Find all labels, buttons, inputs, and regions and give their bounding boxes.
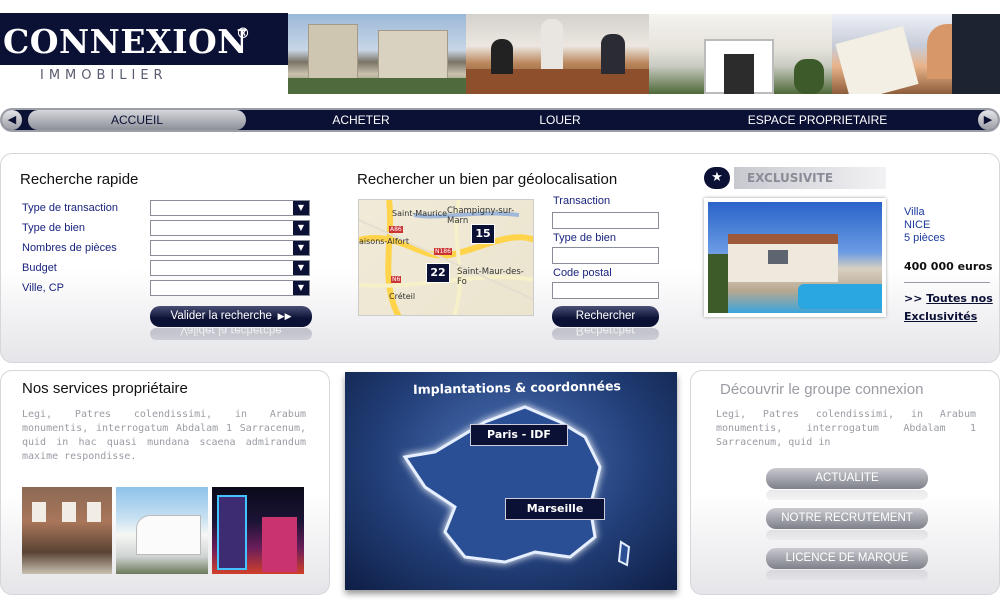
registered-mark: ® xyxy=(236,26,250,42)
nav-item-acheter[interactable]: ACHETER xyxy=(300,110,422,130)
geolocation-map[interactable]: Saint-Maurice Champigny-sur-Marn aisons-… xyxy=(358,199,534,316)
map-marker[interactable]: 15 xyxy=(471,224,495,244)
geo-search-button[interactable]: Rechercher xyxy=(552,306,659,327)
brand-subtitle: IMMOBILIER xyxy=(40,68,168,83)
map-place-label: aisons-Alfort xyxy=(359,237,409,246)
news-button[interactable]: ACTUALITE xyxy=(766,468,928,489)
double-chevron-right-icon: ▶▶ xyxy=(275,311,292,321)
map-place-label: Champigny-sur-Marn xyxy=(447,206,515,226)
road-shield: A86 xyxy=(389,226,403,233)
road-shield: N186 xyxy=(434,248,452,255)
services-text: Legi, Patres colendissimi, in Arabum mon… xyxy=(22,409,306,462)
validate-search-button[interactable]: Valider la recherche ▶▶ xyxy=(150,306,312,327)
geo-postcode-label: Code postal xyxy=(553,267,612,279)
recruitment-button-reflection xyxy=(766,530,928,540)
all-exclusivities-link[interactable]: >> Toutes nos Exclusivités xyxy=(904,290,1000,326)
villa-tree-shape xyxy=(708,254,728,313)
nav-left-arrow-icon[interactable]: ◀ xyxy=(2,110,22,130)
map-place-label: Créteil xyxy=(389,292,416,301)
exclusivity-type: Villa xyxy=(904,206,925,218)
dropdown-arrow-icon: ▼ xyxy=(293,241,309,255)
dropdown-arrow-icon: ▼ xyxy=(293,221,309,235)
transaction-type-label: Type de transaction xyxy=(22,202,119,214)
map-place-label: Saint-Maurice xyxy=(392,209,448,218)
quick-search-title: Recherche rapide xyxy=(20,171,139,188)
geo-transaction-input[interactable] xyxy=(552,212,659,229)
validate-search-reflection: Valider la recherche xyxy=(150,328,312,340)
exclusivity-divider xyxy=(904,282,990,283)
exclusivity-title: EXCLUSIVITE xyxy=(747,171,834,185)
dropdown-arrow-icon: ▼ xyxy=(293,201,309,215)
service-photo-brownstones xyxy=(22,487,112,574)
geo-search-reflection: Rechercher xyxy=(552,328,659,340)
brand-license-button[interactable]: LICENCE DE MARQUE xyxy=(766,548,928,569)
city-tag-paris[interactable]: Paris - IDF xyxy=(470,424,568,446)
geo-transaction-label: Transaction xyxy=(553,195,611,207)
star-icon: ★ xyxy=(704,167,730,189)
link-prefix: >> xyxy=(904,292,923,305)
exclusivity-city: NICE xyxy=(904,219,931,231)
villa-window-shape xyxy=(768,250,788,264)
group-text: Legi, Patres colendissimi, in Arabum mon… xyxy=(716,409,976,448)
recruitment-button[interactable]: NOTRE RECRUTEMENT xyxy=(766,508,928,529)
city-select[interactable]: ▼ xyxy=(150,280,310,296)
property-type-label: Type de bien xyxy=(22,222,85,234)
geo-postcode-input[interactable] xyxy=(552,282,659,299)
exclusivity-rooms: 5 pièces xyxy=(904,232,945,244)
service-photo-modern-house xyxy=(116,487,208,574)
rooms-select[interactable]: ▼ xyxy=(150,240,310,256)
brand-license-button-reflection xyxy=(766,570,928,580)
transaction-type-select[interactable]: ▼ xyxy=(150,200,310,216)
geo-property-type-input[interactable] xyxy=(552,247,659,264)
budget-select[interactable]: ▼ xyxy=(150,260,310,276)
header-photo-paris-buildings xyxy=(288,14,466,94)
property-type-select[interactable]: ▼ xyxy=(150,220,310,236)
geo-search-title: Rechercher un bien par géolocalisation xyxy=(357,171,618,188)
rooms-label: Nombres de pièces xyxy=(22,242,117,254)
news-button-reflection xyxy=(766,490,928,500)
dropdown-arrow-icon: ▼ xyxy=(293,281,309,295)
budget-label: Budget xyxy=(22,262,57,274)
city-label: Ville, CP xyxy=(22,282,64,294)
exclusivity-price: 400 000 euros xyxy=(904,260,993,273)
header-photo-team xyxy=(832,14,1000,94)
map-marker[interactable]: 22 xyxy=(426,263,450,283)
header-photo-meeting xyxy=(466,14,649,94)
brand-logo[interactable]: CONNEXION xyxy=(3,22,248,61)
nav-item-accueil[interactable]: ACCUEIL xyxy=(28,110,246,130)
villa-pool-shape xyxy=(798,284,882,309)
validate-search-label: Valider la recherche xyxy=(170,310,272,322)
road-shield: N6 xyxy=(391,276,402,283)
dropdown-arrow-icon: ▼ xyxy=(293,261,309,275)
locations-panel[interactable] xyxy=(345,372,677,590)
group-title: Découvrir le groupe connexion xyxy=(720,381,924,398)
nav-right-arrow-icon[interactable]: ▶ xyxy=(978,110,998,130)
geo-property-type-label: Type de bien xyxy=(553,232,616,244)
city-tag-marseille[interactable]: Marseille xyxy=(505,498,605,520)
services-title: Nos services propriétaire xyxy=(22,380,188,397)
header-photo-office-entrance xyxy=(649,14,832,94)
map-place-label: Saint-Maur-des-Fo xyxy=(457,267,524,287)
nav-item-espace-proprietaire[interactable]: ESPACE PROPRIETAIRE xyxy=(720,110,915,130)
nav-item-louer[interactable]: LOUER xyxy=(500,110,620,130)
exclusivity-villa-photo[interactable] xyxy=(704,198,886,317)
service-photo-night-hotel xyxy=(212,487,304,574)
